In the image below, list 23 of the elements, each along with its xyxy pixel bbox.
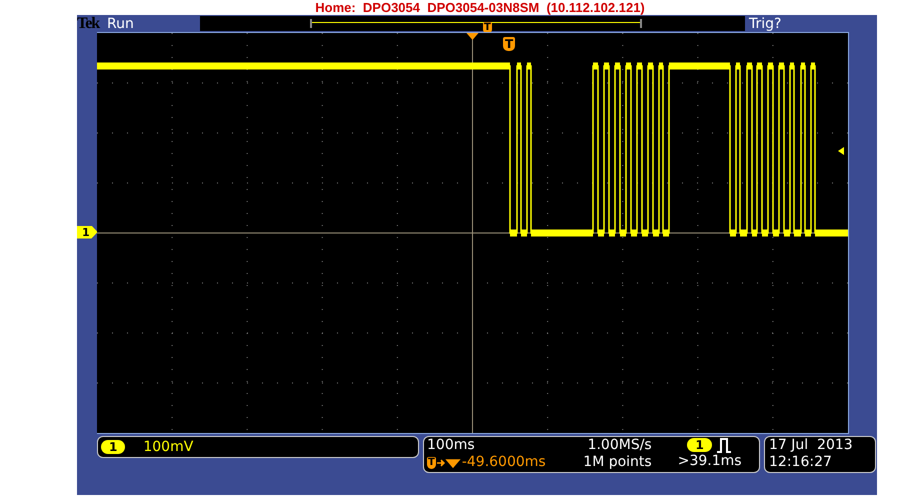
time: 12:16:27 — [769, 454, 833, 471]
pulse-trigger-icon — [716, 437, 732, 453]
brand-logo: Tek — [77, 14, 101, 32]
delay-arrow-icon — [436, 458, 461, 468]
horizontal-readout[interactable]: 100ms T -49.6000ms 1.00MS/s 1M points 1 >39.1ms — [423, 436, 760, 473]
vertical-scale: 100mV — [143, 439, 194, 455]
trigger-marker: T — [427, 456, 436, 468]
acquisition-status: Run — [107, 16, 135, 32]
ground-marker[interactable]: 1 — [77, 226, 98, 238]
time-scale: 100ms — [427, 437, 476, 454]
sample-rate: 1.00MS/s — [588, 437, 652, 454]
channel-badge: 1 — [101, 440, 126, 454]
trigger-status: Trig? — [749, 16, 782, 32]
trigger-point-icon — [466, 33, 478, 40]
record-length: 1M points — [583, 454, 652, 471]
pulse-width-condition: >39.1ms — [678, 453, 742, 470]
date: 17 Jul 2013 — [769, 437, 854, 454]
horizontal-position: -49.6000ms — [462, 454, 546, 471]
window-title: Home: DPO3054 DPO3054-03N8SM (10.112.102.121) — [315, 0, 645, 15]
trigger-marker: T — [503, 37, 516, 51]
trigger-level-icon — [838, 147, 844, 155]
channel-readout[interactable]: 1 100mV — [97, 436, 419, 458]
channel-badge: 1 — [687, 438, 712, 452]
